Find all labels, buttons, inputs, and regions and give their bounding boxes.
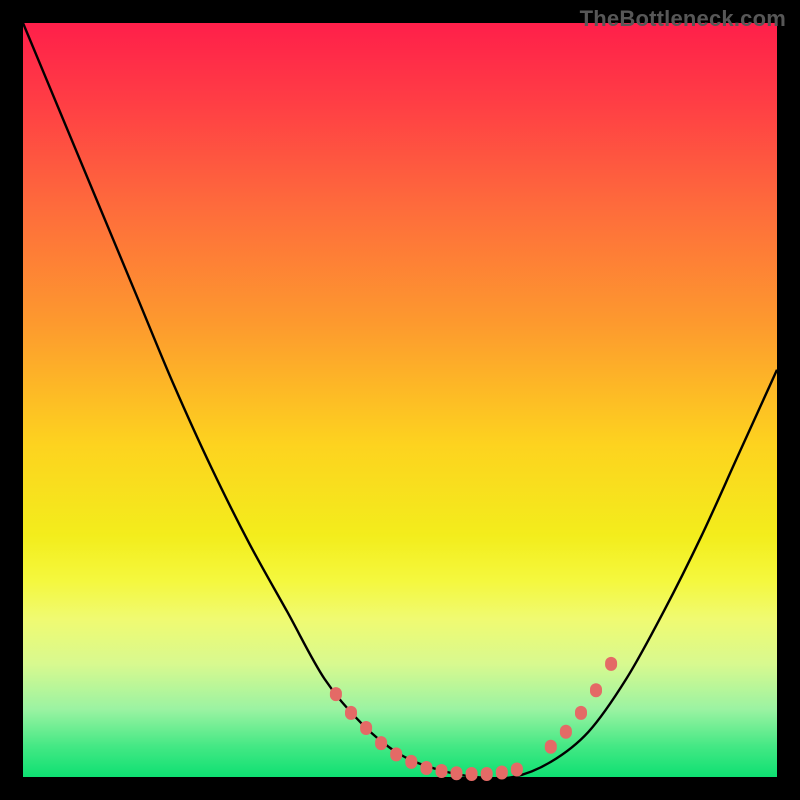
- chart-frame: TheBottleneck.com: [0, 0, 800, 800]
- plot-area: [23, 23, 777, 777]
- marker-dot: [405, 755, 417, 769]
- marker-dot: [545, 740, 557, 754]
- marker-dot: [466, 767, 478, 781]
- marker-dot: [375, 736, 387, 750]
- marker-dot: [560, 725, 572, 739]
- marker-dot: [605, 657, 617, 671]
- watermark-text: TheBottleneck.com: [580, 6, 786, 32]
- marker-dot: [330, 687, 342, 701]
- marker-dot: [360, 721, 372, 735]
- marker-dot: [590, 683, 602, 697]
- marker-dot: [436, 764, 448, 778]
- marker-dot: [390, 747, 402, 761]
- marker-dot: [481, 767, 493, 781]
- marker-dot: [511, 763, 523, 777]
- marker-dot: [496, 766, 508, 780]
- bottleneck-curve: [23, 23, 777, 778]
- marker-group: [330, 657, 617, 781]
- marker-dot: [575, 706, 587, 720]
- marker-dot: [420, 761, 432, 775]
- marker-dot: [345, 706, 357, 720]
- curve-svg: [23, 23, 777, 777]
- marker-dot: [451, 766, 463, 780]
